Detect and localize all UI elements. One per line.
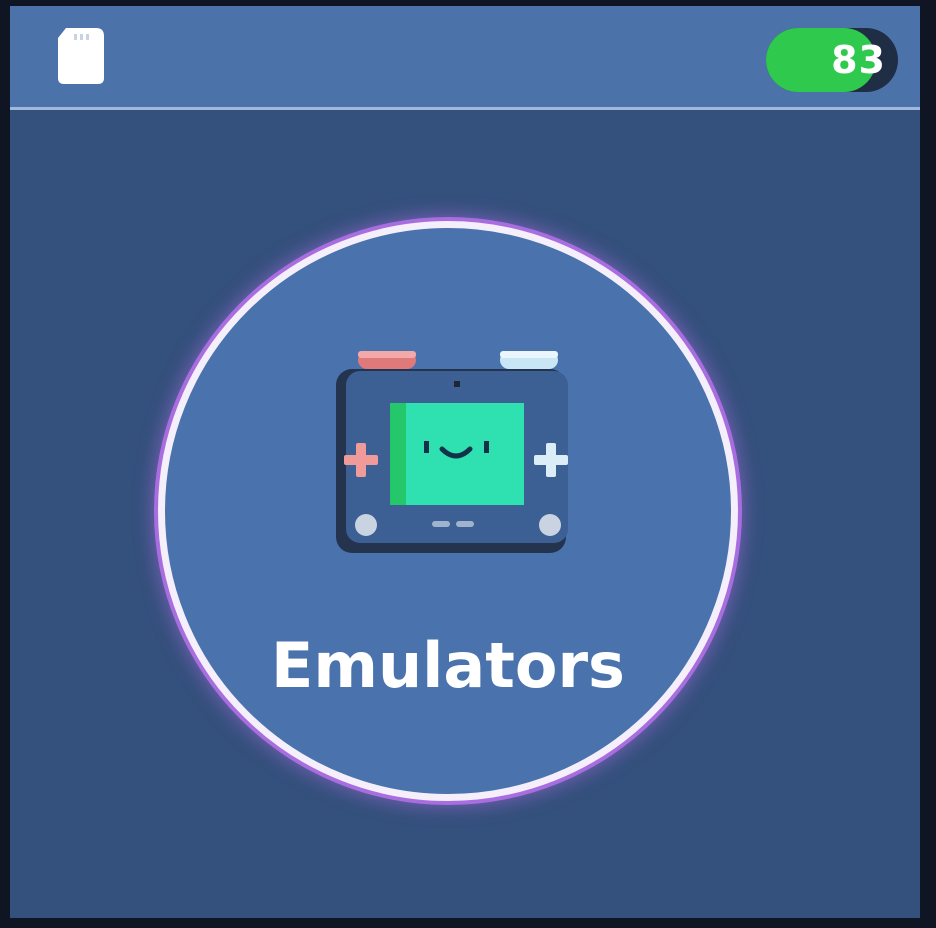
screen: 83 Emulators: [10, 6, 920, 918]
handheld-console-icon: [336, 351, 568, 553]
sd-card-icon: [58, 28, 104, 84]
menu-item-label: Emulators: [271, 629, 625, 702]
battery-indicator: 83: [766, 28, 898, 92]
status-bar: 83: [10, 6, 920, 110]
battery-percent: 83: [831, 38, 886, 82]
